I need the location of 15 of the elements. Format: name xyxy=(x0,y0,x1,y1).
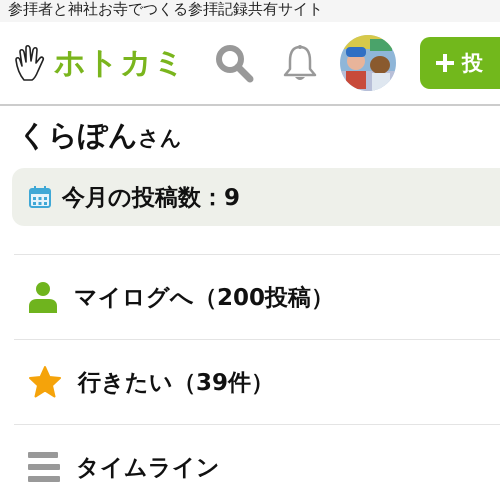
list-icon xyxy=(28,452,60,482)
star-icon xyxy=(28,365,62,399)
user-name: くらぽん xyxy=(18,117,138,154)
calendar-icon xyxy=(28,185,52,209)
site-tagline: 参拝者と神社お寺でつくる参拝記録共有サイト xyxy=(0,0,500,22)
monthly-post-count: 今月の投稿数：9 xyxy=(62,184,240,212)
hand-icon xyxy=(14,44,46,82)
name-suffix: さん xyxy=(138,125,182,152)
plus-icon xyxy=(436,54,454,72)
menu-link[interactable]: 行きたい（39件） xyxy=(78,366,274,398)
search-icon[interactable] xyxy=(214,43,254,83)
bell-icon[interactable] xyxy=(282,44,318,82)
menu-link[interactable]: タイムライン xyxy=(76,452,220,482)
menu-link[interactable]: マイログへ（200投稿） xyxy=(74,282,334,312)
person-icon xyxy=(28,281,58,313)
